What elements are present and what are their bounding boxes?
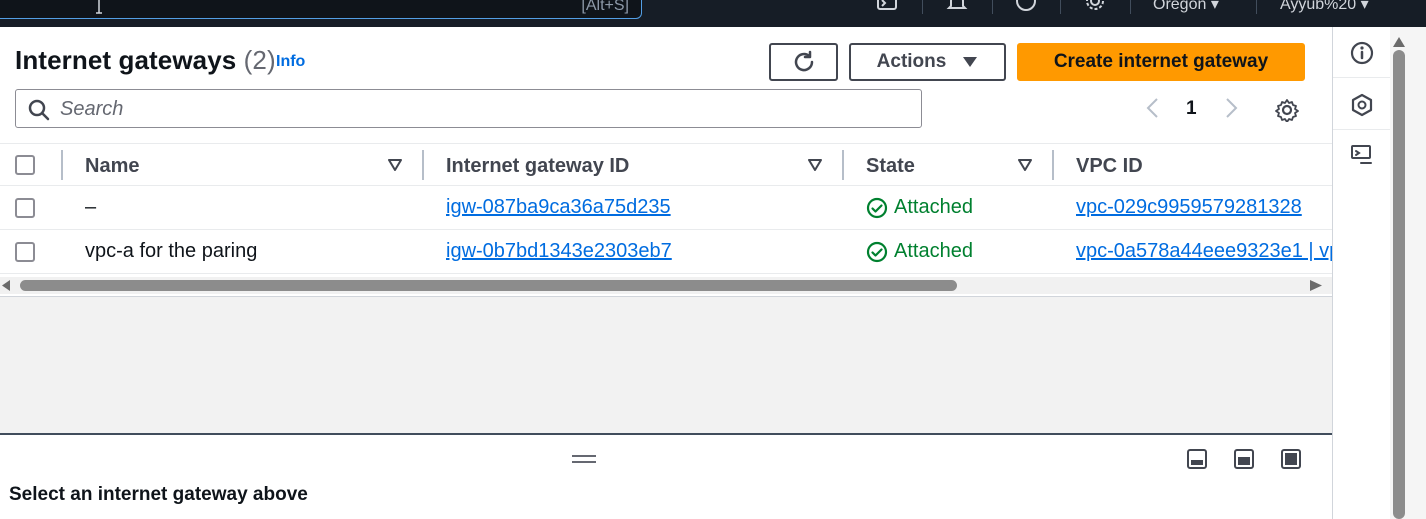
column-divider[interactable]	[842, 150, 844, 180]
region-selector[interactable]: Oregon ▾	[1153, 0, 1219, 14]
help-icon[interactable]	[1015, 0, 1037, 12]
nav-divider	[1060, 0, 1061, 14]
nav-divider	[992, 0, 993, 14]
panel-full-icon[interactable]	[1281, 449, 1301, 469]
sort-icon[interactable]	[388, 158, 402, 172]
table-row[interactable]: vpc-a for the paring igw-0b7bd1343e2303e…	[0, 230, 1332, 274]
drag-handle-icon[interactable]	[572, 455, 596, 463]
row-name: –	[85, 196, 97, 218]
panel-side-icon[interactable]	[1234, 449, 1254, 469]
sort-icon[interactable]	[808, 158, 822, 172]
table-header: Name Internet gateway ID State VPC ID	[0, 143, 1332, 186]
info-link[interactable]: Info	[276, 53, 305, 71]
page-title: Internet gateways (2)	[15, 45, 276, 76]
column-header-name[interactable]: Name	[85, 155, 139, 178]
refresh-button[interactable]	[769, 43, 838, 81]
table-empty-area	[0, 296, 1332, 433]
row-checkbox[interactable]	[15, 198, 35, 218]
settings-gear-icon[interactable]	[1084, 0, 1106, 12]
scroll-right-arrow-icon[interactable]	[1310, 280, 1322, 291]
rail-divider	[1333, 77, 1391, 78]
search-filter[interactable]	[15, 89, 922, 128]
gateway-id-link[interactable]: igw-087ba9ca36a75d235	[446, 196, 671, 219]
info-panel-icon[interactable]	[1350, 41, 1374, 65]
table-row[interactable]: – igw-087ba9ca36a75d235 Attached vpc-029…	[0, 186, 1332, 230]
table-preferences-gear-icon[interactable]	[1275, 98, 1299, 122]
scroll-left-arrow-icon[interactable]	[2, 280, 10, 291]
vertical-scrollbar-thumb[interactable]	[1393, 50, 1405, 519]
success-check-icon	[866, 241, 888, 262]
previous-page-icon[interactable]	[1144, 97, 1162, 119]
notifications-bell-icon[interactable]	[946, 0, 968, 12]
account-menu[interactable]: Ayyub%20 ▾	[1280, 0, 1369, 14]
nav-divider	[1256, 0, 1257, 14]
panel-bottom-icon[interactable]	[1187, 449, 1207, 469]
rail-divider	[1333, 129, 1391, 130]
search-icon	[28, 99, 50, 121]
scroll-up-arrow-icon[interactable]	[1393, 37, 1405, 47]
actions-dropdown-button[interactable]: Actions	[849, 43, 1006, 81]
search-input[interactable]	[60, 96, 900, 122]
main-content: Internet gateways (2) Info Actions Creat…	[0, 27, 1332, 433]
success-check-icon	[866, 197, 888, 218]
gateway-id-link[interactable]: igw-0b7bd1343e2303eb7	[446, 240, 672, 263]
state-text: Attached	[894, 240, 973, 262]
column-header-state[interactable]: State	[866, 155, 915, 178]
column-divider	[61, 150, 63, 180]
row-name: vpc-a for the paring	[85, 240, 258, 262]
create-internet-gateway-button[interactable]: Create internet gateway	[1017, 43, 1305, 81]
page-title-text: Internet gateways	[15, 45, 237, 75]
tutorials-icon[interactable]	[1350, 93, 1374, 117]
split-panel-message: Select an internet gateway above	[9, 484, 308, 505]
cloudshell-icon[interactable]	[876, 0, 898, 12]
vpc-id-link[interactable]: vpc-029c9959579281328	[1076, 196, 1302, 219]
tools-rail	[1332, 27, 1391, 519]
horizontal-scrollbar-thumb[interactable]	[20, 280, 957, 291]
refresh-icon	[794, 50, 813, 72]
row-checkbox[interactable]	[15, 242, 35, 262]
select-all-checkbox[interactable]	[15, 155, 35, 175]
sort-icon[interactable]	[1018, 158, 1032, 172]
text-cursor-icon	[96, 0, 102, 14]
state-text: Attached	[894, 196, 973, 218]
vpc-id-link[interactable]: vpc-0a578a44eee9323e1 | vp	[1076, 240, 1332, 263]
next-page-icon[interactable]	[1222, 97, 1240, 119]
nav-divider	[1130, 0, 1131, 14]
resource-count: (2)	[243, 45, 276, 75]
split-panel: Select an internet gateway above	[0, 433, 1332, 519]
feedback-screen-icon[interactable]	[1350, 143, 1374, 167]
state-badge: Attached	[866, 240, 973, 263]
caret-down-icon	[963, 57, 978, 67]
column-divider[interactable]	[422, 150, 424, 180]
actions-label: Actions	[876, 51, 947, 72]
nav-divider	[922, 0, 923, 14]
current-page-number[interactable]: 1	[1186, 98, 1197, 120]
search-shortcut-hint: [Alt+S]	[581, 0, 629, 14]
column-header-vpc-id[interactable]: VPC ID	[1076, 155, 1143, 178]
state-badge: Attached	[866, 196, 973, 219]
column-divider[interactable]	[1052, 150, 1054, 180]
column-header-gateway-id[interactable]: Internet gateway ID	[446, 155, 629, 178]
top-navigation-bar: [Alt+S] Oregon ▾ Ayyub%20 ▾	[0, 0, 1426, 27]
